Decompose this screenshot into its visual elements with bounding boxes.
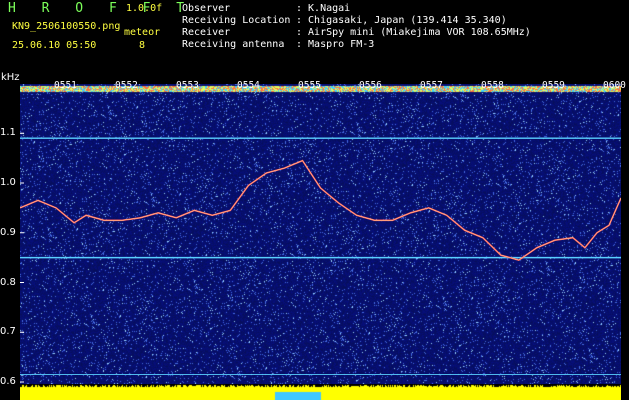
app-title: H R O F F T: [8, 1, 194, 16]
app-version: 1.0.0f: [126, 3, 163, 14]
info-label-antenna: Receiving antenna: [182, 39, 285, 50]
y-tick-label: 1.0: [0, 177, 16, 188]
y-tick-label: 0.6: [0, 376, 16, 387]
info-label-receiver: Receiver: [182, 27, 231, 38]
file-name: KN9_2506100550.png: [12, 21, 121, 32]
info-value-receiver: : AirSpy mini (Miakejima VOR 108.65MHz): [296, 27, 531, 38]
info-value-observer: : K.Nagai: [296, 3, 351, 14]
y-tick-label: 0.7: [0, 326, 16, 338]
info-label-location: Receiving Location: [182, 15, 291, 26]
info-label-observer: Observer: [182, 3, 231, 14]
info-value-antenna: : Maspro FM-3: [296, 39, 375, 50]
y-axis-label: kHz: [1, 72, 20, 83]
doppler-trace: [20, 159, 621, 261]
footer-signal-bar: [20, 384, 621, 400]
y-tick-label: 1.1: [0, 127, 16, 139]
info-value-location: : Chigasaki, Japan (139.414 35.340): [296, 15, 507, 26]
hrofft-window: H R O F F T 1.0.0f KN9_2506100550.png 25…: [0, 0, 629, 400]
datetime: 25.06.10 05:50: [12, 40, 97, 51]
meteor-count: 8: [139, 40, 146, 51]
y-tick-label: 0.9: [0, 226, 16, 238]
meteor-label: meteor: [124, 27, 161, 38]
y-tick-label: 0.8: [0, 276, 16, 288]
spectrogram-overlay: [20, 132, 621, 383]
doppler-trace-core: [20, 160, 621, 261]
